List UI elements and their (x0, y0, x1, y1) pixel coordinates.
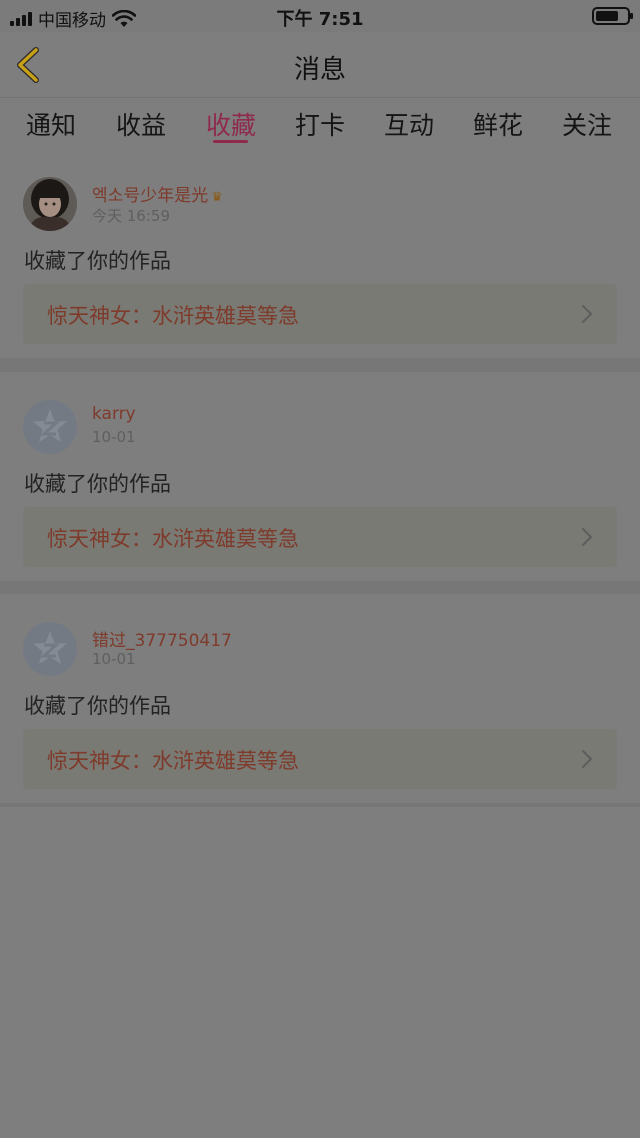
chevron-right-icon (582, 750, 592, 768)
status-time: 下午 7:51 (276, 9, 364, 30)
tab-notifications[interactable]: 通知 (26, 106, 76, 142)
card-divider (0, 581, 640, 595)
work-link[interactable]: 惊天神女：水浒英雄莫等急 (23, 507, 617, 567)
chevron-right-icon (582, 528, 592, 546)
work-title: 惊天神女：水浒英雄莫等急 (47, 527, 299, 551)
battery-icon (592, 7, 633, 25)
work-link[interactable]: 惊天神女：水浒英雄莫等急 (23, 284, 617, 344)
message-action: 收藏了你的作品 (24, 472, 171, 496)
tab-checkin[interactable]: 打卡 (295, 106, 345, 142)
tab-favorites[interactable]: 收藏 (206, 106, 256, 142)
default-avatar-icon (23, 622, 77, 676)
message-time: 今天 16:59 (92, 207, 170, 225)
crown-icon: ♛ (211, 190, 223, 205)
message-time: 10-01 (92, 650, 136, 668)
work-title: 惊天神女：水浒英雄莫等急 (47, 749, 299, 773)
default-avatar-icon (23, 400, 77, 454)
message-card: 엑소号少年是光 ♛ 今天 16:59 收藏了你的作品 惊天神女：水浒英雄莫等急 (0, 149, 640, 358)
tab-interaction[interactable]: 互动 (384, 106, 434, 142)
username[interactable]: 错过_377750417 (92, 626, 232, 651)
message-card: karry 10-01 收藏了你的作品 惊天神女：水浒英雄莫等急 (0, 372, 640, 581)
username[interactable]: karry (92, 404, 136, 424)
nav-bar: 消息 (0, 32, 640, 98)
username-text: 엑소号少年是光 (92, 186, 209, 206)
work-title: 惊天神女：水浒英雄莫等急 (47, 304, 299, 328)
work-link[interactable]: 惊天神女：水浒英雄莫等急 (23, 729, 617, 789)
message-action: 收藏了你的作品 (24, 249, 171, 273)
tab-follow[interactable]: 关注 (562, 106, 612, 142)
card-divider (0, 803, 640, 807)
card-divider (0, 358, 640, 372)
avatar[interactable] (23, 177, 77, 231)
message-action: 收藏了你的作品 (24, 694, 171, 718)
username[interactable]: 엑소号少年是光 ♛ (92, 181, 223, 206)
tab-earnings[interactable]: 收益 (116, 106, 166, 142)
message-time: 10-01 (92, 428, 136, 446)
tab-active-indicator (213, 140, 248, 143)
tab-bar: 通知 收益 收藏 打卡 互动 鲜花 关注 (0, 99, 640, 149)
avatar[interactable] (23, 400, 77, 454)
tab-flowers[interactable]: 鲜花 (473, 106, 523, 142)
page-title: 消息 (293, 55, 346, 85)
avatar[interactable] (23, 622, 77, 676)
message-card: 错过_377750417 10-01 收藏了你的作品 惊天神女：水浒英雄莫等急 (0, 594, 640, 803)
chevron-right-icon (582, 305, 592, 323)
user-photo-icon (23, 177, 77, 231)
status-bar: 中国移动 下午 7:51 (0, 0, 640, 32)
